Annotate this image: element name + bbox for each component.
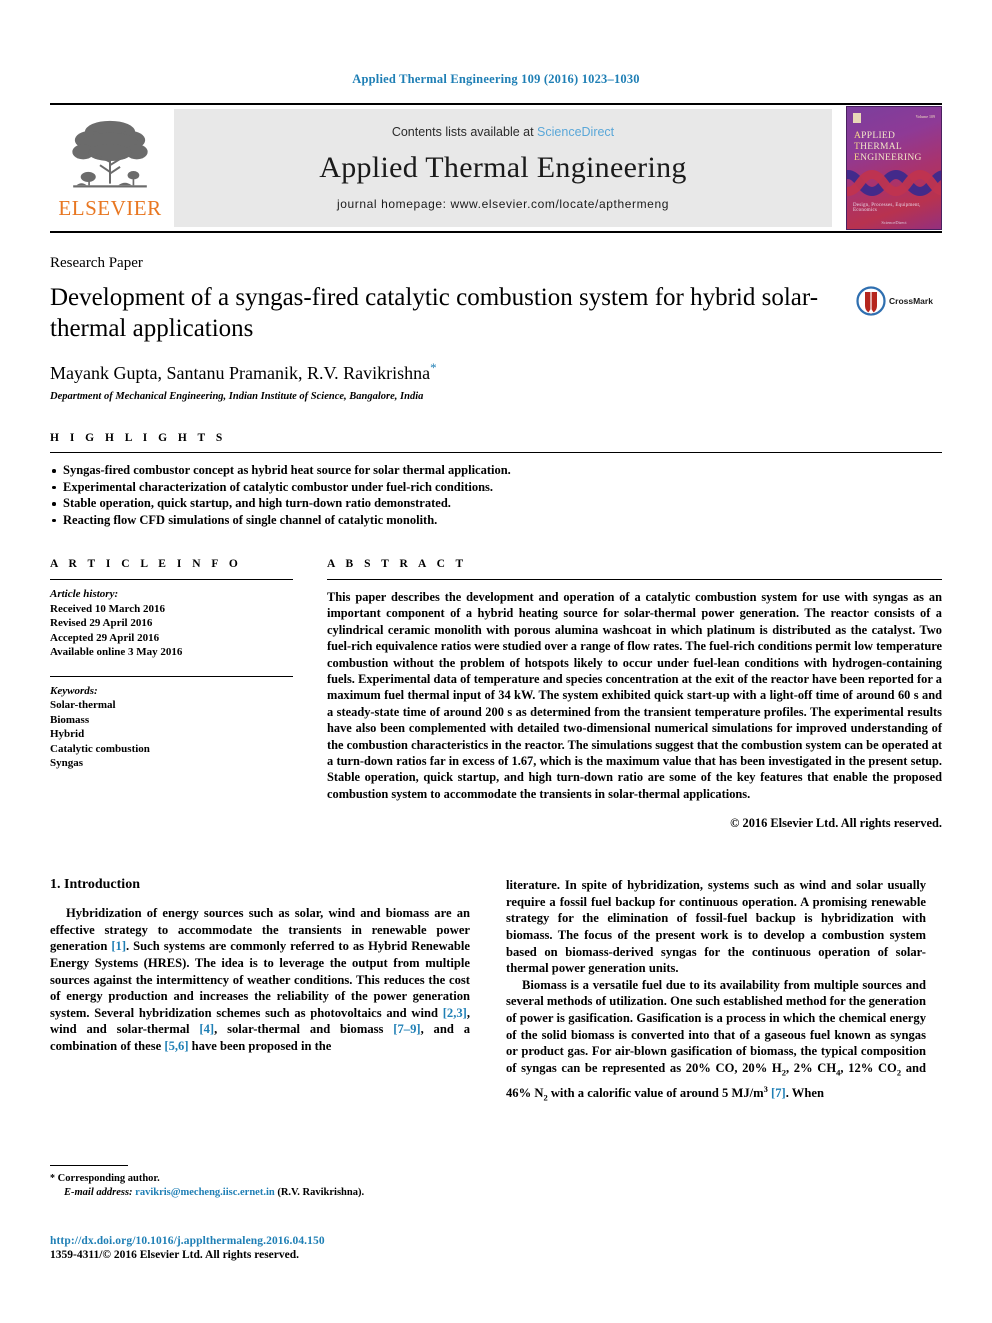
info-abstract-row: A R T I C L E I N F O Article history: R… xyxy=(50,558,942,831)
journal-masthead: ELSEVIER Contents lists available at Sci… xyxy=(50,103,942,233)
citation-link[interactable]: [2,3] xyxy=(443,1006,467,1020)
intro-text-d: , solar-thermal and biomass xyxy=(214,1022,394,1037)
email-label: E-mail address: xyxy=(64,1187,133,1198)
body-column-left: 1. Introduction Hybridization of energy … xyxy=(50,877,470,1106)
keywords-label: Keywords: xyxy=(50,684,98,697)
elsevier-wordmark: ELSEVIER xyxy=(58,196,162,220)
citation-link[interactable]: [7] xyxy=(771,1086,786,1100)
cover-helix-graphic xyxy=(847,170,941,196)
highlights-section: H I G H L I G H T S Syngas-fired combust… xyxy=(50,432,942,528)
crossmark-badge[interactable]: CrossMark xyxy=(856,282,942,316)
contents-prefix: Contents lists available at xyxy=(391,125,538,139)
list-item: Syngas-fired combustor concept as hybrid… xyxy=(50,462,942,479)
corresponding-author-marker[interactable]: * xyxy=(430,360,437,375)
doi-link[interactable]: http://dx.doi.org/10.1016/j.applthermale… xyxy=(50,1235,550,1247)
article-info-label: A R T I C L E I N F O xyxy=(50,558,242,570)
keyword-item: Biomass xyxy=(50,713,90,726)
article-info-column: A R T I C L E I N F O Article history: R… xyxy=(50,558,293,831)
article-history-label: Article history: xyxy=(50,588,119,600)
list-item: Reacting flow CFD simulations of single … xyxy=(50,512,942,529)
author-list: Mayank Gupta, Santanu Pramanik, R.V. Rav… xyxy=(50,360,942,384)
running-head: Applied Thermal Engineering 109 (2016) 1… xyxy=(352,72,640,86)
page-title: Development of a syngas-fired catalytic … xyxy=(50,284,819,342)
article-info-rule xyxy=(50,579,293,580)
highlights-label: H I G H L I G H T S xyxy=(50,432,227,444)
intro2-text-b: , 2% CH xyxy=(785,1060,837,1075)
abstract-label: A B S T R A C T xyxy=(327,558,468,570)
footnote-corresponding: * Corresponding author. xyxy=(50,1172,470,1186)
journal-cover-thumbnail[interactable]: Volume 109 APPLIED THERMAL ENGINEERING D… xyxy=(846,106,942,230)
citation-link[interactable]: [7–9] xyxy=(393,1022,420,1036)
keyword-item: Hybrid xyxy=(50,728,85,740)
issn-copyright: 1359-4311/© 2016 Elsevier Ltd. All right… xyxy=(50,1249,300,1261)
sciencedirect-link[interactable]: ScienceDirect xyxy=(537,125,614,139)
journal-banner: Contents lists available at ScienceDirec… xyxy=(174,109,832,227)
title-row: Development of a syngas-fired catalytic … xyxy=(50,282,942,344)
corresponding-author-footnote: * Corresponding author. E-mail address: … xyxy=(50,1165,470,1200)
cover-title-line-1: APPLIED xyxy=(854,131,896,141)
footnote-star: * xyxy=(50,1173,55,1184)
intro2-text-c: , 12% CO xyxy=(840,1060,897,1075)
history-item: Revised 29 April 2016 xyxy=(50,617,153,629)
email-owner: (R.V. Ravikrishna). xyxy=(277,1187,365,1198)
intro-paragraph-2: literature. In spite of hybridization, s… xyxy=(506,878,926,976)
section-heading-introduction: 1. Introduction xyxy=(50,877,140,893)
journal-cover-cell: Volume 109 APPLIED THERMAL ENGINEERING D… xyxy=(838,105,942,231)
highlights-list: Syngas-fired combustor concept as hybrid… xyxy=(50,462,942,528)
body-column-right: literature. In spite of hybridization, s… xyxy=(506,877,926,1106)
cover-footer: ScienceDirect xyxy=(881,220,907,225)
intro-paragraph-1: Hybridization of energy sources such as … xyxy=(50,905,470,1054)
cover-title-block: APPLIED THERMAL ENGINEERING xyxy=(854,115,934,164)
keyword-item: Catalytic combustion xyxy=(50,742,150,755)
highlights-rule xyxy=(50,452,942,453)
keyword-item: Syngas xyxy=(50,757,84,769)
article-page: Applied Thermal Engineering 109 (2016) 1… xyxy=(0,0,992,1323)
email-link[interactable]: ravikris@mecheng.iisc.ernet.in xyxy=(135,1187,275,1198)
history-item: Accepted 29 April 2016 xyxy=(50,631,160,644)
intro-paragraph-3: Biomass is a versatile fuel due to its a… xyxy=(506,977,926,1106)
abstract-column: A B S T R A C T This paper describes the… xyxy=(327,558,942,831)
elsevier-logo: ELSEVIER xyxy=(50,105,170,231)
article-history-block: Article history: Received 10 March 2016 … xyxy=(50,587,293,660)
citation-link[interactable]: [5,6] xyxy=(164,1039,188,1053)
crossmark-icon xyxy=(856,286,886,316)
citation-link[interactable]: [1] xyxy=(111,939,126,953)
abstract-text: This paper describes the development and… xyxy=(327,590,942,801)
footnote-rule xyxy=(50,1165,128,1166)
intro-text-f: have been proposed in the xyxy=(188,1039,332,1054)
history-item: Received 10 March 2016 xyxy=(50,602,165,615)
footnote-email-line: E-mail address: ravikris@mecheng.iisc.er… xyxy=(50,1186,470,1200)
footnote-corresponding-text: Corresponding author. xyxy=(57,1173,160,1184)
keywords-block: Keywords: Solar-thermal Biomass Hybrid C… xyxy=(50,684,293,771)
affiliation: Department of Mechanical Engineering, In… xyxy=(50,391,424,402)
contents-line: Contents lists available at ScienceDirec… xyxy=(392,125,614,139)
cover-tagline: Design, Processes, Equipment, Economics xyxy=(853,203,921,213)
history-item: Available online 3 May 2016 xyxy=(50,646,183,658)
list-item: Experimental characterization of catalyt… xyxy=(50,479,942,496)
citation-link[interactable]: [4] xyxy=(199,1022,214,1036)
intro2-text-e: with a calorific value of around 5 MJ/m xyxy=(547,1086,764,1101)
abstract-rights: © 2016 Elsevier Ltd. All rights reserved… xyxy=(730,816,942,831)
cover-title-line-2: THERMAL xyxy=(854,142,903,152)
intro2-text-g: . When xyxy=(785,1086,824,1101)
crossmark-label: CrossMark xyxy=(889,296,933,306)
elsevier-tree-icon xyxy=(72,120,148,188)
article-type: Research Paper xyxy=(50,255,143,271)
page-footer: http://dx.doi.org/10.1016/j.applthermale… xyxy=(50,1235,550,1261)
author-names: Mayank Gupta, Santanu Pramanik, R.V. Rav… xyxy=(50,363,431,383)
abstract-rule xyxy=(327,579,942,580)
keywords-rule xyxy=(50,675,293,677)
keyword-item: Solar-thermal xyxy=(50,699,116,711)
body-columns: 1. Introduction Hybridization of energy … xyxy=(50,877,942,1106)
list-item: Stable operation, quick startup, and hig… xyxy=(50,495,942,512)
journal-title: Applied Thermal Engineering xyxy=(319,151,687,184)
journal-homepage[interactable]: journal homepage: www.elsevier.com/locat… xyxy=(337,197,669,211)
